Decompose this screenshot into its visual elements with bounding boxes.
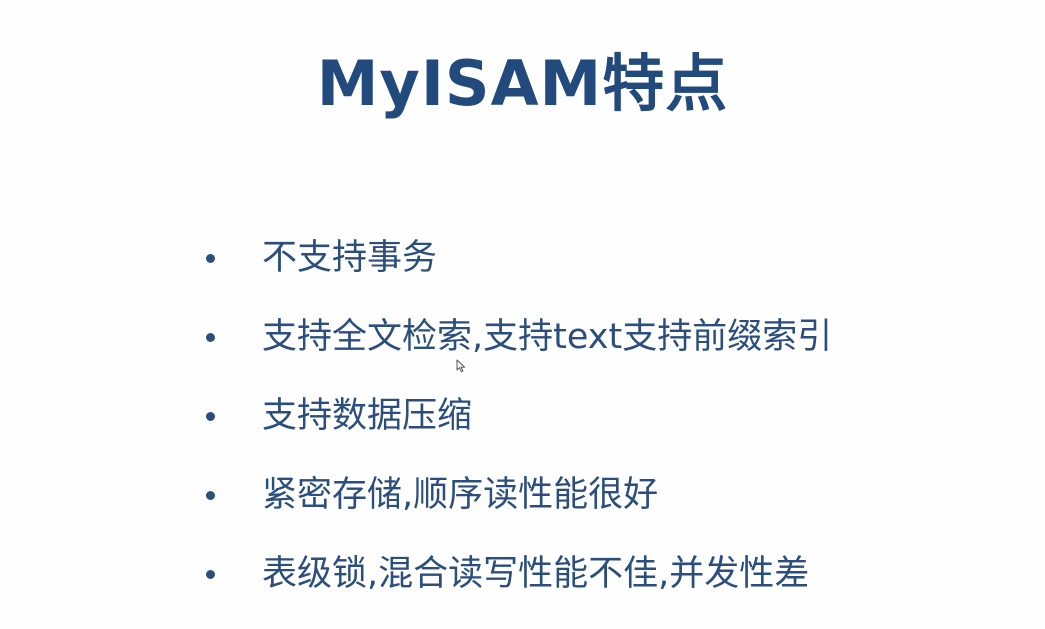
bullet-dot-icon	[206, 254, 215, 263]
slide: MyISAM特点 不支持事务 支持全文检索,支持text支持前缀索引 支持数据压…	[0, 0, 1045, 629]
slide-title: MyISAM特点	[316, 47, 729, 120]
bullet-item-3: 支持数据压缩	[0, 384, 1045, 463]
mouse-pointer-icon	[456, 359, 466, 373]
bullet-dot-icon	[206, 333, 215, 342]
bullet-text-3: 支持数据压缩	[262, 396, 473, 436]
bullet-text-5: 表级锁,混合读写性能不佳,并发性差	[262, 554, 810, 594]
bullet-item-4: 紧密存储,顺序读性能很好	[0, 463, 1045, 542]
bullet-dot-icon	[206, 412, 215, 421]
bullet-item-5: 表级锁,混合读写性能不佳,并发性差	[0, 542, 1045, 621]
bullet-text-1: 不支持事务	[262, 238, 438, 278]
bullet-list: 不支持事务 支持全文检索,支持text支持前缀索引 支持数据压缩 紧密存储,顺序…	[0, 226, 1045, 621]
bullet-dot-icon	[206, 491, 215, 500]
bullet-text-2: 支持全文检索,支持text支持前缀索引	[262, 317, 833, 357]
bullet-dot-icon	[206, 570, 215, 579]
bullet-item-2: 支持全文检索,支持text支持前缀索引	[0, 305, 1045, 384]
bullet-item-1: 不支持事务	[0, 226, 1045, 305]
bullet-text-4: 紧密存储,顺序读性能很好	[262, 475, 659, 515]
